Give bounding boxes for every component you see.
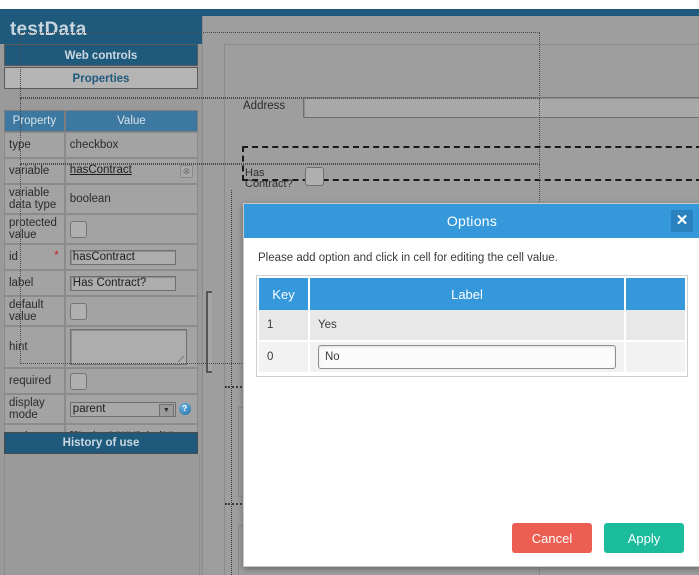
history-of-use-body xyxy=(4,454,200,575)
option-action-cell[interactable] xyxy=(625,310,685,342)
dialog-header: Options ✕ xyxy=(244,204,699,238)
apply-button[interactable]: Apply xyxy=(604,523,684,553)
close-icon[interactable]: ✕ xyxy=(671,210,693,232)
options-table-wrapper: Key Label 1 Yes 0 xyxy=(256,275,688,377)
options-dialog: Options ✕ Please add option and click in… xyxy=(243,203,699,567)
options-table: Key Label 1 Yes 0 xyxy=(259,278,685,374)
option-key-cell[interactable]: 1 xyxy=(259,310,310,342)
column-header-actions xyxy=(625,278,685,310)
options-table-header: Key Label xyxy=(259,278,685,310)
app-window: testData Web controls Properties Propert… xyxy=(0,0,699,575)
required-checkbox[interactable] xyxy=(69,372,87,390)
dialog-title: Options xyxy=(446,213,498,229)
app-top-bar xyxy=(0,9,699,16)
property-value-required[interactable] xyxy=(64,368,198,394)
browser-top-strip xyxy=(0,0,699,9)
section-guide-line xyxy=(225,503,245,505)
table-row[interactable]: 1 Yes xyxy=(259,310,685,342)
section-guide-line xyxy=(225,386,245,388)
dialog-body: Please add option and click in cell for … xyxy=(244,238,699,510)
form-section-address xyxy=(20,32,540,98)
option-label-cell[interactable]: Yes xyxy=(309,310,626,342)
table-row: required xyxy=(4,368,198,394)
option-label-cell-editing[interactable] xyxy=(309,341,626,374)
cancel-button[interactable]: Cancel xyxy=(512,523,592,553)
option-action-cell[interactable] xyxy=(625,341,685,374)
display-mode-value: parent xyxy=(72,402,106,415)
dialog-instruction-text: Please add option and click in cell for … xyxy=(258,252,558,264)
property-label-id: id xyxy=(9,251,18,263)
column-header-key: Key xyxy=(259,278,310,310)
table-row[interactable]: 0 xyxy=(259,341,685,374)
option-key-cell[interactable]: 0 xyxy=(259,341,310,374)
help-icon[interactable]: ? xyxy=(178,403,191,415)
column-header-label: Label xyxy=(309,278,626,310)
option-label-input[interactable] xyxy=(318,345,616,369)
property-name-required: required xyxy=(4,368,65,394)
display-mode-select[interactable]: parent ▼ xyxy=(69,401,176,417)
table-row: display mode parent ▼ ? xyxy=(4,394,198,424)
dialog-footer: Cancel Apply xyxy=(244,510,699,566)
history-of-use-header[interactable]: History of use xyxy=(4,432,198,454)
property-value-display-mode[interactable]: parent ▼ ? xyxy=(64,394,198,424)
section-guide-line xyxy=(231,190,232,575)
property-name-display-mode: display mode xyxy=(4,394,65,424)
display-mode-control[interactable]: parent ▼ ? xyxy=(69,401,191,417)
chevron-down-icon[interactable]: ▼ xyxy=(158,403,174,417)
